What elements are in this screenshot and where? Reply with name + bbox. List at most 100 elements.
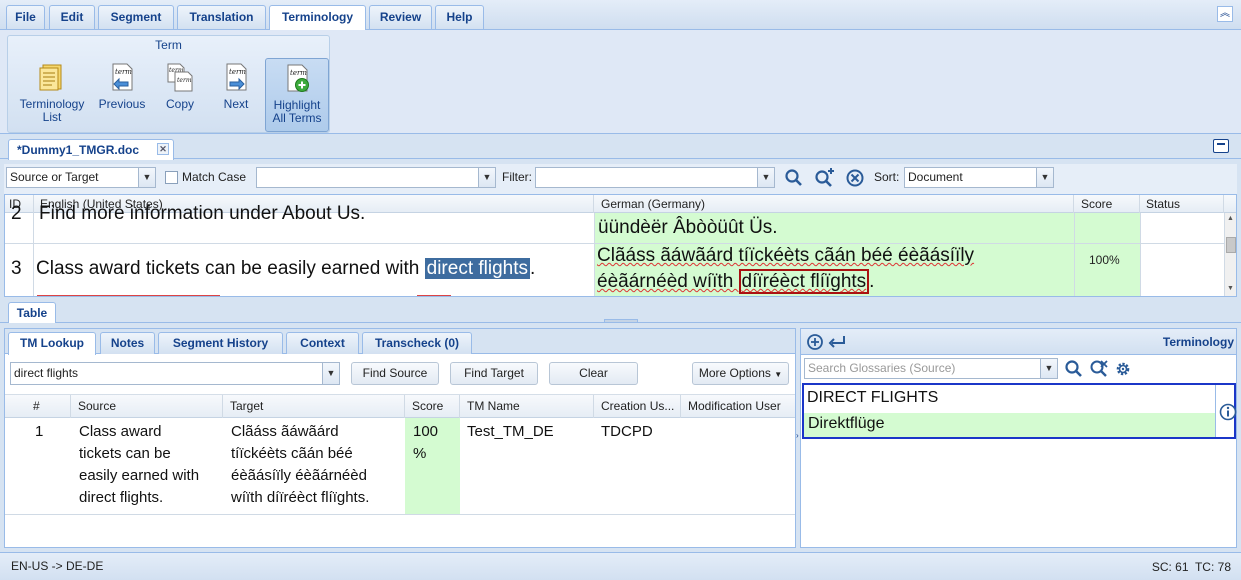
collapse-ribbon-button[interactable]: ︽	[1217, 6, 1233, 22]
segment-target[interactable]: üündèër Âbòòüût Üs.	[598, 215, 778, 241]
match-case-checkbox[interactable]	[165, 171, 178, 184]
segment-target-active[interactable]: Clãáss ãáwãárd tíïckéèts cãán béé éèãásí…	[597, 243, 974, 295]
clear-filter-icon[interactable]	[845, 168, 865, 188]
terminology-list-label: Terminology List	[19, 97, 85, 124]
chevron-down-icon: ▼	[138, 168, 155, 187]
more-options-button[interactable]: More Options ▼	[692, 362, 789, 385]
glossary-search-input[interactable]: Search Glossaries (Source) ▼	[804, 358, 1058, 379]
tab-notes[interactable]: Notes	[100, 332, 155, 354]
chevron-down-icon: ▼	[478, 168, 495, 187]
svg-text:term: term	[177, 77, 192, 84]
info-icon[interactable]	[1219, 403, 1237, 424]
search-scope-select[interactable]: Source or Target ▼	[6, 167, 156, 188]
term-next-label: Next	[223, 97, 249, 111]
column-header-number[interactable]: #	[5, 395, 71, 418]
tm-query-input[interactable]: direct flights ▼	[10, 362, 340, 385]
language-pair: EN-US -> DE-DE	[11, 559, 104, 573]
chevron-down-icon: ▼	[1036, 168, 1053, 187]
column-header-status[interactable]: Status	[1140, 195, 1224, 213]
column-header-creation-user[interactable]: Creation Us...	[594, 395, 681, 418]
tab-context[interactable]: Context	[286, 332, 359, 354]
filter-input[interactable]: ▼	[535, 167, 775, 188]
column-header-modification-user[interactable]: Modification User	[681, 395, 795, 418]
find-target-button[interactable]: Find Target	[450, 362, 538, 385]
tm-panel: TM Lookup Notes Segment History Context …	[4, 328, 796, 548]
segment-id: 3	[11, 258, 22, 279]
segment-id: 2	[11, 203, 22, 224]
search-icon[interactable]	[1064, 359, 1084, 382]
scroll-up-icon[interactable]: ▲	[1227, 215, 1234, 222]
tab-table[interactable]: Table	[8, 302, 56, 323]
scrollbar-thumb[interactable]	[1226, 237, 1236, 253]
document-tab-strip: *Dummy1_TMGR.doc ✕	[0, 135, 1241, 160]
menu-tab-terminology[interactable]: Terminology	[269, 5, 366, 31]
collapse-arrow-icon[interactable]: ›	[796, 431, 799, 440]
search-input[interactable]: ▼	[256, 167, 496, 188]
document-tab-label: *Dummy1_TMGR.doc	[17, 143, 140, 157]
column-header-score[interactable]: Score	[405, 395, 460, 418]
segment-marker	[417, 295, 451, 296]
sort-select[interactable]: Document ▼	[904, 167, 1054, 188]
tm-result-score: 100 %	[413, 423, 439, 462]
ribbon-group-title: Term	[155, 38, 182, 52]
term-entry[interactable]: DIRECT FLIGHTS Direktflüge	[802, 383, 1237, 439]
menu-tab-file[interactable]: File	[6, 5, 45, 29]
add-term-icon[interactable]	[806, 333, 824, 354]
chevron-down-icon: ▼	[322, 363, 339, 384]
highlight-all-terms-button[interactable]: term Highlight All Terms	[265, 58, 329, 132]
find-source-button[interactable]: Find Source	[351, 362, 439, 385]
term-copy-button[interactable]: term term Copy	[154, 58, 206, 132]
chevron-down-icon: ▼	[774, 370, 783, 379]
sort-label: Sort:	[874, 170, 900, 184]
term-previous-icon: term	[112, 63, 133, 91]
term-next-button[interactable]: term Next	[210, 58, 262, 132]
terminology-list-button[interactable]: Terminology List	[14, 58, 90, 132]
term-target: Direktflüge	[808, 415, 885, 432]
tm-result-target: Clãáss ãáwãárd tíïckéèts cãán béé éèãásí…	[231, 423, 370, 506]
search-icon[interactable]	[784, 168, 804, 188]
menu-bar: File Edit Segment Translation Terminolog…	[0, 0, 1241, 31]
term-previous-button[interactable]: term Previous	[94, 58, 150, 132]
segment-counts: SC: 61 TC: 78	[1151, 560, 1231, 574]
menu-tab-segment[interactable]: Segment	[98, 5, 174, 29]
tm-result-row[interactable]: 1 Class award tickets can be easily earn…	[5, 418, 795, 515]
term-highlight-icon: term	[287, 64, 309, 92]
column-header-score[interactable]: Score	[1074, 195, 1140, 213]
term-previous-label: Previous	[98, 97, 146, 111]
column-header-tm-name[interactable]: TM Name	[460, 395, 594, 418]
tab-transcheck[interactable]: Transcheck (0)	[362, 332, 472, 354]
maximize-panel-button[interactable]	[1213, 139, 1229, 153]
close-icon[interactable]: ✕	[157, 143, 169, 155]
terminology-panel-header: Terminology	[801, 329, 1236, 355]
grid-scrollbar[interactable]: ▲ ▼	[1224, 213, 1236, 296]
terminology-panel-title: Terminology	[1162, 335, 1234, 349]
clear-button[interactable]: Clear	[549, 362, 638, 385]
segment-marker	[37, 295, 220, 296]
tab-segment-history[interactable]: Segment History	[158, 332, 283, 354]
status-bar: EN-US -> DE-DE SC: 61 TC: 78	[0, 552, 1241, 580]
segment-source[interactable]: Find more information under About Us.	[39, 201, 365, 227]
column-header-source[interactable]: Source	[71, 395, 223, 418]
insert-term-icon[interactable]	[827, 333, 847, 354]
menu-tab-review[interactable]: Review	[369, 5, 432, 29]
column-header-target[interactable]: German (Germany)	[594, 195, 1074, 213]
term-copy-label: Copy	[165, 97, 194, 111]
search-next-icon[interactable]	[814, 168, 834, 188]
tm-panel-tabs: TM Lookup Notes Segment History Context …	[5, 329, 795, 355]
menu-tab-edit[interactable]: Edit	[49, 5, 95, 29]
document-tab[interactable]: *Dummy1_TMGR.doc ✕	[8, 139, 174, 160]
svg-text:term: term	[229, 68, 246, 76]
column-header-target[interactable]: Target	[223, 395, 405, 418]
term-next-icon: term	[226, 63, 247, 91]
chevron-down-icon: ▼	[1040, 359, 1057, 378]
scroll-down-icon[interactable]: ▼	[1227, 285, 1234, 292]
menu-tab-translation[interactable]: Translation	[177, 5, 266, 29]
segment-source[interactable]: Class award tickets can be easily earned…	[36, 256, 535, 282]
splitter-handle[interactable]	[604, 319, 638, 323]
clear-search-icon[interactable]	[1089, 359, 1109, 382]
tab-tm-lookup[interactable]: TM Lookup	[8, 332, 96, 355]
ribbon-group-term: Term Terminology List term Previous term…	[7, 35, 330, 133]
gear-icon[interactable]	[1113, 359, 1133, 382]
menu-tab-help[interactable]: Help	[435, 5, 484, 29]
tm-result-tm-name: Test_TM_DE	[467, 423, 554, 440]
